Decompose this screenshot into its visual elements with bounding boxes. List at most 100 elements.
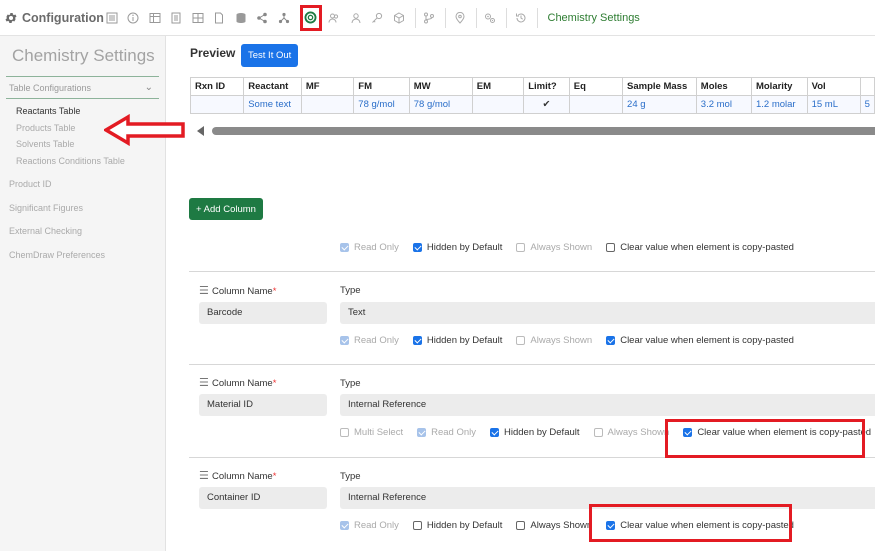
- option-label: Multi Select: [354, 427, 404, 438]
- sidebar-item-product-id[interactable]: Product ID: [0, 173, 165, 197]
- read-only-option[interactable]: Read Only: [340, 335, 399, 346]
- read-only-checkbox[interactable]: [417, 428, 427, 437]
- table-cell[interactable]: [300, 95, 355, 114]
- test-it-out-button[interactable]: Test It Out: [241, 44, 299, 67]
- column-options: Read Only Hidden by Default Always Shown…: [340, 242, 808, 253]
- always-shown-checkbox[interactable]: [516, 243, 526, 252]
- clear-on-copy-paste-option[interactable]: Clear value when element is copy-pasted: [606, 242, 794, 253]
- sidebar-item-reactions-conditions-table[interactable]: Reactions Conditions Table: [0, 153, 165, 170]
- table-cell[interactable]: Some text: [243, 95, 302, 114]
- key-tool[interactable]: [370, 0, 385, 36]
- always-shown-option[interactable]: Always Shown: [593, 427, 670, 438]
- app-brand: Configuration: [0, 11, 104, 25]
- network-tool[interactable]: [276, 0, 291, 36]
- table-cell[interactable]: 78 g/mol: [408, 95, 473, 114]
- location-tool[interactable]: [452, 0, 467, 36]
- always-shown-checkbox[interactable]: [516, 336, 526, 345]
- table-cell[interactable]: 24 g: [622, 95, 697, 114]
- column-header: Rxn ID: [189, 77, 245, 96]
- list-tool[interactable]: [104, 0, 119, 36]
- people-tool[interactable]: [327, 0, 342, 36]
- share-tool[interactable]: [255, 0, 270, 36]
- always-shown-checkbox[interactable]: [593, 428, 603, 437]
- column-name-input[interactable]: Barcode: [199, 302, 327, 324]
- column-config-card: ☰ Column Name* Barcode Type Text Read On…: [189, 273, 875, 365]
- sidebar-item-external-checking[interactable]: External Checking: [0, 220, 165, 244]
- file-tool[interactable]: [212, 0, 227, 36]
- database-tool[interactable]: [233, 0, 248, 36]
- table-cell[interactable]: 1.2 molar: [750, 95, 808, 114]
- column-name-input[interactable]: Container ID: [199, 487, 327, 509]
- read-only-option[interactable]: Read Only: [340, 242, 399, 253]
- hidden-by-default-checkbox[interactable]: [412, 336, 422, 345]
- table-cell[interactable]: [189, 95, 245, 114]
- scroll-left-icon[interactable]: [197, 126, 204, 136]
- read-only-option[interactable]: Read Only: [417, 427, 476, 438]
- option-label: Always Shown: [607, 427, 670, 438]
- document-tool[interactable]: [169, 0, 184, 36]
- hidden-by-default-option[interactable]: Hidden by Default: [412, 335, 503, 346]
- drag-handle-icon[interactable]: ☰: [199, 284, 209, 297]
- always-shown-checkbox[interactable]: [516, 521, 526, 530]
- breadcrumb[interactable]: Chemistry Settings: [548, 12, 640, 24]
- clear-on-copy-paste-option[interactable]: Clear value when element is copy-pasted: [606, 335, 794, 346]
- hidden-by-default-checkbox[interactable]: [412, 521, 422, 530]
- clear-on-copy-paste-checkbox[interactable]: [606, 243, 616, 252]
- settings-icon: [485, 13, 495, 23]
- drag-handle-icon[interactable]: ☰: [199, 469, 209, 482]
- table-cell[interactable]: 5: [859, 95, 875, 114]
- column-header: EM: [471, 77, 525, 96]
- always-shown-option[interactable]: Always Shown: [516, 520, 592, 531]
- toolbar-divider: [414, 7, 416, 28]
- table-cell[interactable]: 15 mL: [806, 95, 861, 114]
- read-only-checkbox[interactable]: [340, 336, 349, 345]
- sidebar-item-significant-figures[interactable]: Significant Figures: [0, 197, 165, 221]
- sidebar-group-table-configurations[interactable]: Table Configurations ⌄: [6, 76, 159, 99]
- scrollbar-thumb[interactable]: [212, 127, 875, 135]
- history-icon: [515, 12, 525, 22]
- type-select[interactable]: Internal Reference: [340, 394, 875, 416]
- cube-tool[interactable]: [391, 0, 406, 36]
- multi-select-checkbox[interactable]: [340, 428, 349, 437]
- sidebar-item-chemdraw-preferences[interactable]: ChemDraw Preferences: [0, 244, 165, 268]
- type-select[interactable]: Text: [340, 302, 875, 324]
- hidden-by-default-option[interactable]: Hidden by Default: [412, 242, 503, 253]
- table-cell[interactable]: 78 g/mol: [353, 95, 410, 114]
- hidden-by-default-option[interactable]: Hidden by Default: [412, 520, 502, 531]
- read-only-checkbox[interactable]: [340, 243, 349, 252]
- table-cell[interactable]: 3.2 mol: [695, 95, 752, 114]
- option-label: Hidden by Default: [426, 335, 503, 346]
- grid-tool[interactable]: [190, 0, 205, 36]
- always-shown-option[interactable]: Always Shown: [516, 335, 592, 346]
- table-cell[interactable]: ✔: [523, 95, 570, 114]
- hidden-by-default-option[interactable]: Hidden by Default: [490, 427, 580, 438]
- column-name-input[interactable]: Material ID: [199, 394, 327, 416]
- info-tool[interactable]: [126, 0, 141, 36]
- sidebar-title: Chemistry Settings: [12, 46, 155, 65]
- multi-select-option[interactable]: Multi Select: [340, 427, 403, 438]
- history-tool[interactable]: [513, 0, 528, 36]
- person-tool[interactable]: [348, 0, 363, 36]
- chemistry-tool[interactable]: [299, 4, 322, 31]
- horizontal-scrollbar[interactable]: [194, 126, 875, 136]
- annotation-highlight-box: [589, 504, 792, 542]
- main-content: Preview Test It Out Rxn ID Reactant MF F…: [176, 36, 875, 551]
- hidden-by-default-checkbox[interactable]: [490, 428, 499, 437]
- table-cell[interactable]: [471, 95, 525, 114]
- toolbar-divider: [445, 7, 446, 28]
- clear-on-copy-paste-checkbox[interactable]: [606, 336, 616, 345]
- always-shown-option[interactable]: Always Shown: [516, 242, 592, 253]
- add-column-button[interactable]: + Add Column: [189, 198, 263, 220]
- drag-handle-icon[interactable]: ☰: [199, 376, 209, 389]
- table-cell[interactable]: [568, 95, 624, 114]
- share-icon: [257, 12, 267, 23]
- add-column-label: Add Column: [203, 203, 256, 215]
- settings-tool[interactable]: [483, 0, 498, 36]
- branch-tool[interactable]: [422, 0, 437, 36]
- table-tool[interactable]: [147, 0, 162, 36]
- hidden-by-default-checkbox[interactable]: [412, 243, 422, 252]
- read-only-option[interactable]: Read Only: [340, 520, 399, 531]
- option-label: Hidden by Default: [426, 242, 503, 253]
- read-only-checkbox[interactable]: [340, 521, 349, 530]
- option-label: Always Shown: [530, 520, 593, 531]
